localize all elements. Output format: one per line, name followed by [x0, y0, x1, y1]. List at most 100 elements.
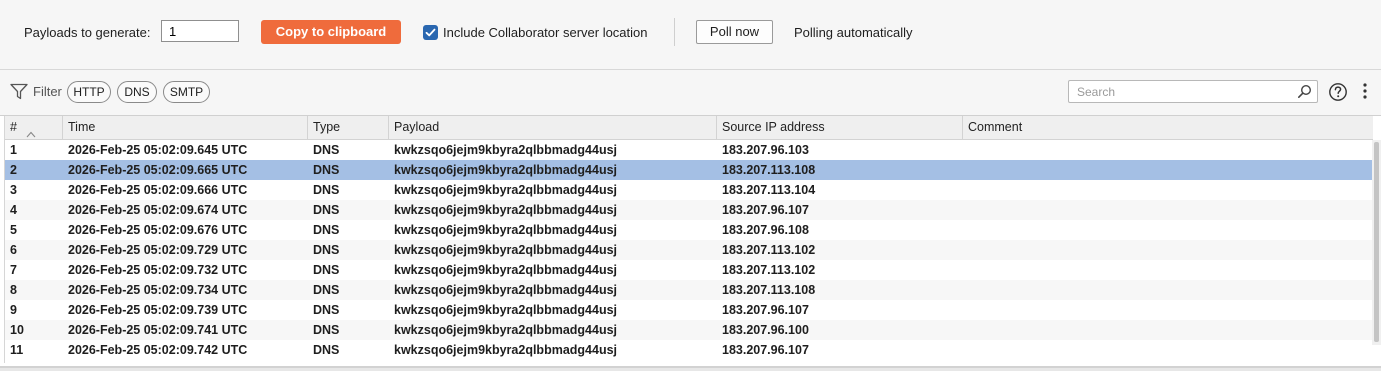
- row-source-ip: 183.207.113.102: [722, 243, 816, 257]
- row-number: 1: [10, 143, 17, 157]
- row-payload: kwkzsqo6jejm9kbyra2qlbbmadg44usj: [394, 163, 618, 177]
- checkmark-icon: [425, 28, 436, 37]
- table-row[interactable]: 5 2026-Feb-25 05:02:09.676 UTC DNS kwkzsqo6…: [5, 220, 1373, 240]
- filter-pill-smtp[interactable]: SMTP: [163, 81, 210, 103]
- row-time: 2026-Feb-25 05:02:09.676 UTC: [68, 223, 248, 237]
- table-row[interactable]: 11 2026-Feb-25 05:02:09.742 UTC DNS kwkzsqo…: [5, 340, 1373, 360]
- row-comment: [963, 180, 1373, 200]
- row-source-ip: 183.207.113.108: [722, 163, 816, 177]
- payloads-count-input[interactable]: [161, 20, 239, 42]
- row-comment: [963, 140, 1373, 160]
- row-comment: [963, 280, 1373, 300]
- more-options-icon[interactable]: [1361, 82, 1369, 103]
- table-row[interactable]: 6 2026-Feb-25 05:02:09.729 UTC DNS kwkzsqo6…: [5, 240, 1373, 260]
- row-source-ip: 183.207.96.107: [722, 343, 809, 357]
- row-time: 2026-Feb-25 05:02:09.729 UTC: [68, 243, 248, 257]
- row-payload: kwkzsqo6jejm9kbyra2qlbbmadg44usj: [394, 263, 618, 277]
- row-time: 2026-Feb-25 05:02:09.734 UTC: [68, 283, 248, 297]
- row-time: 2026-Feb-25 05:02:09.645 UTC: [68, 143, 248, 157]
- filter-pill-dns[interactable]: DNS: [117, 81, 157, 103]
- copy-to-clipboard-button[interactable]: Copy to clipboard: [261, 20, 401, 44]
- column-header-source-ip[interactable]: Source IP address: [717, 116, 963, 139]
- row-time: 2026-Feb-25 05:02:09.742 UTC: [68, 343, 248, 357]
- filter-bar: Filter HTTP DNS SMTP Search: [0, 70, 1381, 116]
- column-header-comment[interactable]: Comment: [963, 116, 1373, 139]
- column-header-type[interactable]: Type: [308, 116, 389, 139]
- row-source-ip: 183.207.96.100: [722, 323, 809, 337]
- row-time: 2026-Feb-25 05:02:09.674 UTC: [68, 203, 248, 217]
- row-type: DNS: [313, 323, 340, 337]
- row-comment: [963, 260, 1373, 280]
- row-payload: kwkzsqo6jejm9kbyra2qlbbmadg44usj: [394, 223, 618, 237]
- row-number: 10: [10, 323, 24, 337]
- row-payload: kwkzsqo6jejm9kbyra2qlbbmadg44usj: [394, 243, 618, 257]
- row-time: 2026-Feb-25 05:02:09.665 UTC: [68, 163, 248, 177]
- table-row[interactable]: 7 2026-Feb-25 05:02:09.732 UTC DNS kwkzsqo6…: [5, 260, 1373, 280]
- row-number: 6: [10, 243, 17, 257]
- row-number: 7: [10, 263, 17, 277]
- row-time: 2026-Feb-25 05:02:09.732 UTC: [68, 263, 248, 277]
- table-row[interactable]: 3 2026-Feb-25 05:02:09.666 UTC DNS kwkzsqo6…: [5, 180, 1373, 200]
- filter-funnel-icon[interactable]: [10, 83, 28, 103]
- row-number: 11: [10, 343, 24, 357]
- row-type: DNS: [313, 223, 340, 237]
- row-comment: [963, 320, 1373, 340]
- row-time: 2026-Feb-25 05:02:09.666 UTC: [68, 183, 248, 197]
- table-body: 1 2026-Feb-25 05:02:09.645 UTC DNS kwkzsqo6…: [5, 140, 1373, 360]
- row-number: 8: [10, 283, 17, 297]
- row-number: 9: [10, 303, 17, 317]
- include-server-location-checkbox[interactable]: [423, 25, 438, 40]
- search-placeholder: Search: [1077, 85, 1116, 99]
- column-header-number[interactable]: #: [5, 116, 63, 139]
- column-header-label: #: [10, 120, 17, 134]
- row-number: 3: [10, 183, 17, 197]
- row-type: DNS: [313, 343, 340, 357]
- help-icon[interactable]: [1328, 82, 1348, 105]
- search-icon[interactable]: [1297, 84, 1312, 102]
- column-header-time[interactable]: Time: [63, 116, 308, 139]
- row-comment: [963, 300, 1373, 320]
- row-number: 2: [10, 163, 17, 177]
- column-header-payload[interactable]: Payload: [389, 116, 717, 139]
- row-source-ip: 183.207.96.103: [722, 143, 809, 157]
- polling-status-text: Polling automatically: [794, 25, 913, 40]
- search-field[interactable]: Search: [1068, 80, 1318, 103]
- payloads-count-label: Payloads to generate:: [24, 25, 151, 40]
- row-payload: kwkzsqo6jejm9kbyra2qlbbmadg44usj: [394, 283, 618, 297]
- row-number: 5: [10, 223, 17, 237]
- row-comment: [963, 200, 1373, 220]
- table-row[interactable]: 1 2026-Feb-25 05:02:09.645 UTC DNS kwkzsqo6…: [5, 140, 1373, 160]
- filter-label[interactable]: Filter: [33, 84, 62, 99]
- scrollbar-thumb[interactable]: [1374, 142, 1379, 342]
- row-comment: [963, 240, 1373, 260]
- row-payload: kwkzsqo6jejm9kbyra2qlbbmadg44usj: [394, 343, 618, 357]
- toolbar-divider: [674, 18, 675, 46]
- row-source-ip: 183.207.96.107: [722, 203, 809, 217]
- row-payload: kwkzsqo6jejm9kbyra2qlbbmadg44usj: [394, 323, 618, 337]
- poll-now-button[interactable]: Poll now: [696, 20, 773, 44]
- interactions-table: # Time Type Payload Source IP address Co…: [4, 116, 1373, 363]
- row-payload: kwkzsqo6jejm9kbyra2qlbbmadg44usj: [394, 143, 618, 157]
- row-source-ip: 183.207.96.107: [722, 303, 809, 317]
- row-type: DNS: [313, 143, 340, 157]
- row-time: 2026-Feb-25 05:02:09.739 UTC: [68, 303, 248, 317]
- row-type: DNS: [313, 203, 340, 217]
- include-server-location-label[interactable]: Include Collaborator server location: [443, 25, 648, 40]
- row-type: DNS: [313, 303, 340, 317]
- row-comment: [963, 220, 1373, 240]
- row-payload: kwkzsqo6jejm9kbyra2qlbbmadg44usj: [394, 183, 618, 197]
- filter-pill-http[interactable]: HTTP: [67, 81, 111, 103]
- row-type: DNS: [313, 263, 340, 277]
- row-source-ip: 183.207.96.108: [722, 223, 809, 237]
- table-row[interactable]: 4 2026-Feb-25 05:02:09.674 UTC DNS kwkzsqo6…: [5, 200, 1373, 220]
- row-number: 4: [10, 203, 17, 217]
- table-row[interactable]: 8 2026-Feb-25 05:02:09.734 UTC DNS kwkzsqo6…: [5, 280, 1373, 300]
- table-row[interactable]: 2 2026-Feb-25 05:02:09.665 UTC DNS kwkzsqo6…: [5, 160, 1373, 180]
- table-row[interactable]: 10 2026-Feb-25 05:02:09.741 UTC DNS kwkzsqo…: [5, 320, 1373, 340]
- row-type: DNS: [313, 243, 340, 257]
- row-comment: [963, 340, 1373, 360]
- row-time: 2026-Feb-25 05:02:09.741 UTC: [68, 323, 248, 337]
- row-comment: [963, 160, 1373, 180]
- row-type: DNS: [313, 283, 340, 297]
- table-row[interactable]: 9 2026-Feb-25 05:02:09.739 UTC DNS kwkzsqo6…: [5, 300, 1373, 320]
